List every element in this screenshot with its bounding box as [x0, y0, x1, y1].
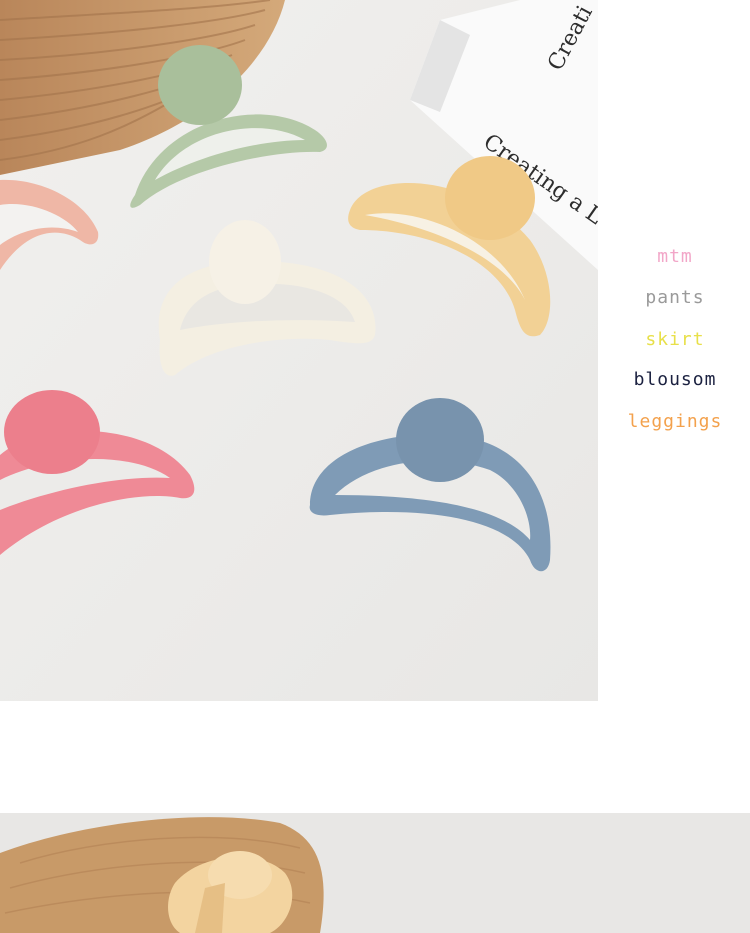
label-blousom: blousom — [633, 369, 717, 390]
label-pants: pants — [645, 287, 705, 308]
second-product-photo — [0, 813, 750, 933]
hair-claw-clips-photo: Creati Creating a L — [0, 0, 598, 701]
label-leggings: leggings — [627, 411, 723, 432]
second-photo-image — [0, 813, 750, 933]
label-mtm: mtm — [657, 246, 693, 267]
label-skirt: skirt — [645, 329, 705, 350]
clothing-labels: mtm pants skirt blousom leggings — [600, 240, 750, 440]
product-photo: Creati Creating a L — [0, 0, 598, 701]
